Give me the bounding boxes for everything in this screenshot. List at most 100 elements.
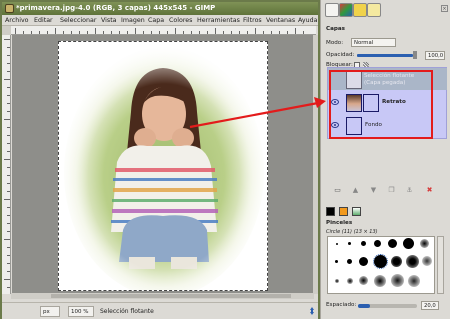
anchor-layer-icon[interactable]: ⚓ [405, 186, 414, 194]
ruler-tick [247, 31, 248, 34]
lower-layer-icon[interactable]: ▼ [369, 186, 378, 194]
menu-editar[interactable]: Editar [34, 15, 53, 26]
image-canvas[interactable] [58, 41, 268, 291]
menu-bar: Archivo Editar Seleccionar Vista Imagen … [2, 15, 318, 26]
delete-layer-icon[interactable]: ✖ [425, 186, 434, 194]
brush-swatch[interactable] [335, 260, 338, 263]
duplicate-layer-icon[interactable]: ❐ [387, 186, 396, 194]
layers-tab-icon[interactable] [325, 3, 339, 17]
brush-swatch-selected[interactable] [373, 254, 388, 269]
ruler-tick [47, 31, 48, 34]
ruler-tick [175, 28, 176, 34]
brush-swatch[interactable] [406, 255, 419, 268]
brush-swatch[interactable] [374, 275, 386, 287]
brush-swatch[interactable] [347, 259, 352, 264]
brush-swatch[interactable] [361, 241, 366, 246]
brush-swatch[interactable] [388, 239, 397, 248]
mode-select[interactable]: Normal [351, 38, 396, 47]
brush-swatch[interactable] [408, 275, 420, 287]
close-dock-icon[interactable]: × [441, 5, 448, 12]
ruler-tick [4, 159, 10, 160]
ruler-tick [4, 79, 10, 80]
ruler-tick [7, 207, 10, 208]
scroll-thumb[interactable] [51, 294, 291, 298]
navigate-icon[interactable] [308, 307, 316, 315]
ruler-tick [191, 31, 192, 34]
brush-swatch[interactable] [391, 274, 404, 287]
zoom-selector[interactable]: 100 % [68, 306, 94, 317]
ruler-tick [127, 31, 128, 34]
ruler-tick [7, 167, 10, 168]
horizontal-scrollbar[interactable] [11, 293, 314, 299]
ruler-tick [7, 127, 10, 128]
undo-tab-icon[interactable] [367, 3, 381, 17]
layers-dialog-title: Capas [326, 26, 345, 32]
ruler-tick [4, 279, 10, 280]
brush-grid[interactable] [327, 236, 435, 294]
menu-herramientas[interactable]: Herramientas [197, 15, 240, 26]
menu-vista[interactable]: Vista [101, 15, 117, 26]
unit-selector[interactable]: px [40, 306, 60, 317]
brush-swatch[interactable] [391, 256, 402, 267]
canvas-area[interactable] [12, 35, 315, 293]
brush-swatch[interactable] [347, 278, 353, 284]
spacing-slider[interactable] [358, 304, 417, 308]
paths-tab-icon[interactable] [353, 3, 367, 17]
channels-tab-icon[interactable] [339, 3, 353, 17]
pattern-icon[interactable] [339, 207, 348, 216]
raise-layer-icon[interactable]: ▲ [351, 186, 360, 194]
ruler-tick [231, 31, 232, 34]
brushes-dialog-title: Pinceles [326, 220, 353, 226]
ruler-tick [143, 31, 144, 34]
ruler-tick [7, 175, 10, 176]
menu-archivo[interactable]: Archivo [5, 15, 29, 26]
brush-swatch[interactable] [420, 239, 429, 248]
brush-swatch[interactable] [348, 242, 351, 245]
gimp-app-icon [5, 4, 14, 13]
ruler-tick [7, 135, 10, 136]
ruler-tick [7, 263, 10, 264]
fg-color-icon[interactable] [326, 207, 335, 216]
menu-seleccionar[interactable]: Seleccionar [60, 15, 96, 26]
gradient-icon[interactable] [352, 207, 361, 216]
mode-label: Modo: [326, 40, 344, 46]
opacity-slider[interactable] [357, 54, 413, 57]
menu-capa[interactable]: Capa [148, 15, 164, 26]
vertical-scrollbar[interactable] [313, 35, 318, 294]
ruler-tick [183, 31, 184, 34]
title-bar[interactable]: *primavera.jpg-4.0 (RGB, 3 capas) 445x54… [2, 2, 318, 15]
vertical-ruler[interactable] [2, 35, 11, 294]
brush-swatch[interactable] [374, 240, 381, 247]
ruler-tick [95, 28, 96, 34]
ruler-tick [7, 55, 10, 56]
window-title: *primavera.jpg-4.0 (RGB, 3 capas) 445x54… [16, 4, 216, 12]
opacity-input[interactable]: 100,0 [425, 51, 445, 60]
brush-swatch[interactable] [359, 276, 368, 285]
ruler-tick [4, 39, 10, 40]
menu-colores[interactable]: Colores [169, 15, 192, 26]
brush-scrollbar[interactable] [437, 236, 444, 294]
ruler-tick [4, 199, 10, 200]
ruler-tick [87, 31, 88, 34]
brush-swatch[interactable] [422, 256, 432, 266]
menu-ayuda[interactable]: Ayuda [298, 15, 317, 26]
ruler-tick [7, 47, 10, 48]
menu-filtros[interactable]: Filtros [243, 15, 262, 26]
spacing-input[interactable]: 20,0 [421, 301, 439, 310]
menu-ventanas[interactable]: Ventanas [266, 15, 295, 26]
ruler-tick [7, 111, 10, 112]
ruler-tick [7, 95, 10, 96]
spacing-slider-fill [358, 304, 370, 308]
menu-imagen[interactable]: Imagen [121, 15, 145, 26]
new-layer-icon[interactable]: ▭ [333, 186, 342, 194]
ruler-corner[interactable] [2, 26, 11, 35]
ruler-tick [167, 31, 168, 34]
ruler-tick [63, 31, 64, 34]
ruler-tick [263, 31, 264, 34]
opacity-slider-handle[interactable] [413, 51, 417, 59]
brush-swatch[interactable] [335, 279, 339, 283]
brush-swatch[interactable] [336, 243, 338, 245]
brush-swatch[interactable] [359, 257, 368, 266]
brush-swatch[interactable] [403, 238, 414, 249]
horizontal-ruler[interactable] [11, 26, 316, 35]
